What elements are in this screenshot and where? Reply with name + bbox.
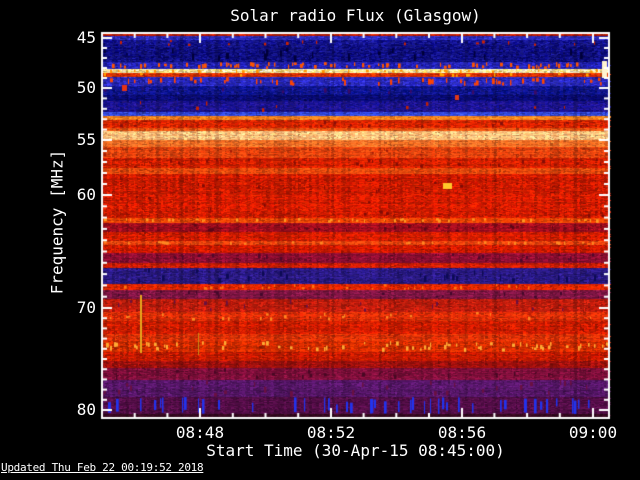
y-tick-label-50: 50 xyxy=(76,78,96,97)
solar-radio-flux-window: Solar radio Flux (Glasgow) Frequency [MH… xyxy=(0,0,640,480)
page-title: Solar radio Flux (Glasgow) xyxy=(230,6,481,25)
y-tick-label-80: 80 xyxy=(76,400,96,419)
x-tick-label-0856: 08:56 xyxy=(437,423,487,442)
x-tick-label-0848: 08:48 xyxy=(175,423,225,442)
x-axis-label: Start Time (30-Apr-15 08:45:00) xyxy=(206,441,505,460)
y-tick-label-55: 55 xyxy=(76,130,96,149)
y-tick-label-60: 60 xyxy=(76,185,96,204)
x-tick-label-0852: 08:52 xyxy=(306,423,356,442)
y-tick-label-45: 45 xyxy=(76,28,96,47)
spectrogram-canvas xyxy=(0,0,640,480)
x-tick-label-0900: 09:00 xyxy=(568,423,618,442)
y-axis-label: Frequency [MHz] xyxy=(47,149,67,295)
updated-timestamp: Updated Thu Feb 22 00:19:52 2018 xyxy=(1,461,204,474)
y-tick-label-70: 70 xyxy=(76,298,96,317)
